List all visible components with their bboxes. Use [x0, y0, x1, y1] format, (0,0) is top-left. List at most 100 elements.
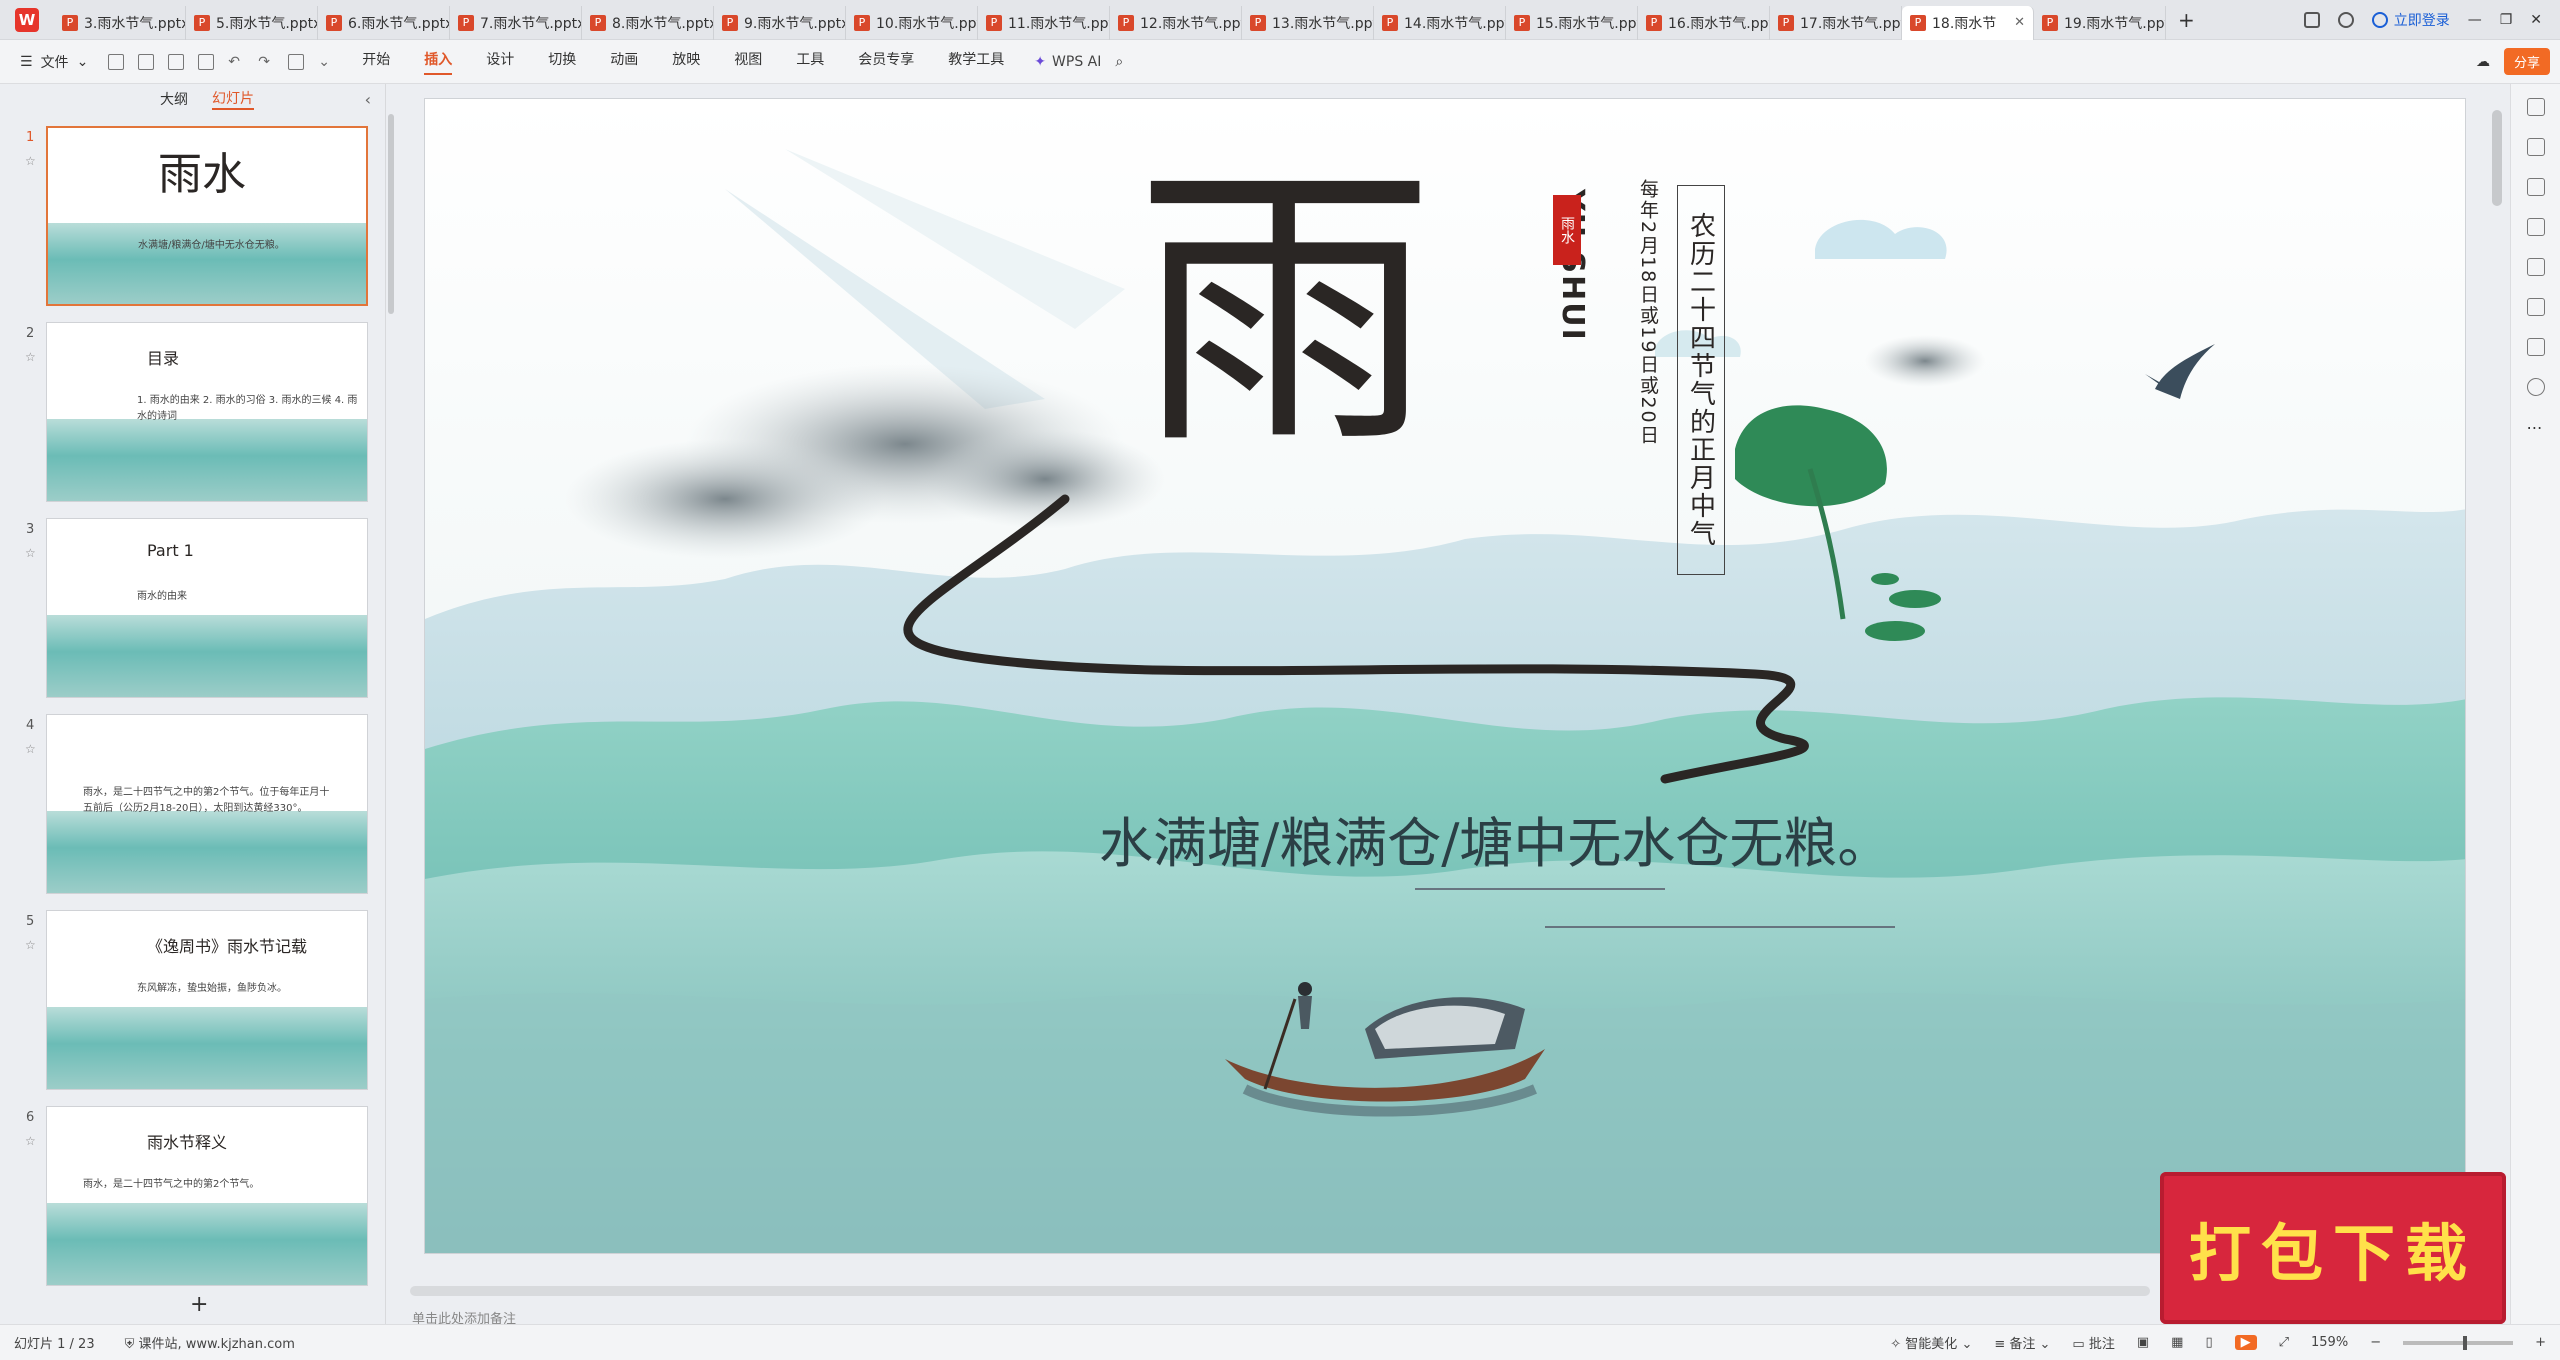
wps-logo[interactable]: W [0, 0, 54, 40]
zoom-slider[interactable] [2403, 1335, 2514, 1350]
book-icon[interactable] [2526, 298, 2545, 316]
zoom-level[interactable]: 159% [2311, 1335, 2348, 1350]
star-icon[interactable] [2526, 138, 2545, 156]
comments-button[interactable]: ▭ 批注 [2072, 1333, 2114, 1352]
zoom-slider-thumb[interactable] [2463, 1335, 2468, 1350]
add-tab-button[interactable]: + [2166, 8, 2207, 32]
more-icon[interactable]: ⋯ [2527, 418, 2545, 437]
fit-window-icon[interactable]: ⤢ [2279, 1335, 2289, 1350]
slide-thumbnail[interactable]: 雨水，是二十四节气之中的第2个节气。位于每年正月十五前后（公历2月18-20日）… [46, 714, 368, 894]
pptx-file-icon: P [1382, 14, 1398, 31]
cloud-icon[interactable]: ☁ [2476, 54, 2490, 70]
copy-icon[interactable] [2526, 178, 2545, 196]
horizontal-scrollbar[interactable] [410, 1286, 2150, 1296]
slide-thumbnail[interactable]: Part 1 雨水的由来 [46, 518, 368, 698]
slide-big-character[interactable]: 雨 [1135, 161, 1435, 461]
slide-seal[interactable]: 雨水 [1553, 195, 1581, 265]
file-menu[interactable]: ☰ 文件 ⌄ [0, 52, 108, 72]
reading-view-icon[interactable]: ▯ [2205, 1335, 2212, 1350]
document-tab[interactable]: P 3.雨水节气.pptx [54, 5, 186, 40]
zoom-out-button[interactable]: − [2370, 1335, 2381, 1350]
ribbon-tab[interactable]: 工具 [796, 49, 824, 75]
magic-icon[interactable] [2526, 258, 2545, 276]
slide-thumbnail[interactable]: 《逸周书》雨水节记载 东风解冻，蛰虫始振，鱼陟负冰。 [46, 910, 368, 1090]
document-tab[interactable]: P 18.雨水节 ✕ [1902, 5, 2034, 40]
document-tab[interactable]: P 8.雨水节气.pptx [582, 5, 714, 40]
close-window-button[interactable]: ✕ [2530, 12, 2542, 28]
play-button[interactable]: ▶ [2234, 1335, 2257, 1350]
ribbon-tab[interactable]: 切换 [548, 49, 576, 75]
document-tab[interactable]: P 6.雨水节气.pptx [318, 5, 450, 40]
document-tab[interactable]: P 17.雨水节气.ppt [1770, 5, 1902, 40]
ribbon-tab[interactable]: 放映 [672, 49, 700, 75]
slide-thumbnail[interactable]: 目录 1. 雨水的由来 2. 雨水的习俗 3. 雨水的三候 4. 雨水的诗词 [46, 322, 368, 502]
plus-icon[interactable] [2526, 98, 2545, 116]
tab-slides[interactable]: 幻灯片 [212, 88, 254, 110]
search-icon[interactable]: ⌕ [1115, 54, 1123, 70]
collapse-panel-icon[interactable]: ‹ [365, 90, 371, 109]
format-painter-icon[interactable] [288, 53, 305, 70]
print-icon[interactable] [168, 53, 185, 70]
document-tab[interactable]: P 14.雨水节气.ppt [1374, 5, 1506, 40]
zoom-in-button[interactable]: + [2535, 1335, 2546, 1350]
tab-outline[interactable]: 大纲 [160, 89, 188, 109]
thumbnail-scrollbar[interactable] [388, 84, 398, 324]
login-button[interactable]: 立即登录 [2371, 10, 2450, 30]
ribbon-tab[interactable]: 开始 [362, 49, 390, 75]
open-icon[interactable] [138, 53, 155, 70]
slide-vertical-subtitle[interactable]: 农历二十四节气的正月中气 [1677, 185, 1725, 575]
ribbon-tab[interactable]: 教学工具 [948, 49, 1004, 75]
tag-icon[interactable] [2526, 338, 2545, 356]
document-tab[interactable]: P 13.雨水节气.ppt [1242, 5, 1374, 40]
document-tab[interactable]: P 12.雨水节气.ppt [1110, 5, 1242, 40]
document-tab[interactable]: P 10.雨水节气.ppt [846, 5, 978, 40]
minimize-button[interactable]: — [2468, 12, 2482, 28]
redo-icon[interactable]: ↷ [258, 54, 274, 70]
add-slide-button[interactable]: + [190, 1292, 208, 1317]
smart-beautify-button[interactable]: ✧ 智能美化 ⌄ [1890, 1333, 1972, 1352]
more-icon[interactable]: ⌄ [318, 54, 334, 70]
wps-ai-button[interactable]: ✦ WPS AI [1034, 54, 1101, 70]
save-icon[interactable] [108, 53, 125, 70]
undo-icon[interactable]: ↶ [228, 54, 244, 70]
download-badge[interactable]: 打包下载 [2160, 1172, 2506, 1324]
thumbnail-title: 雨水节释义 [147, 1133, 228, 1152]
window-layout-icon[interactable] [2303, 11, 2320, 28]
star-icon[interactable]: ☆ [25, 154, 36, 168]
ribbon-tab[interactable]: 动画 [610, 49, 638, 75]
document-tab[interactable]: P 5.雨水节气.pptx [186, 5, 318, 40]
share-button[interactable]: 分享 [2503, 48, 2550, 75]
site-label[interactable]: ⛨ 课件站, www.kjzhan.com [125, 1333, 295, 1352]
slide-main-text[interactable]: 水满塘/粮满仓/塘中无水仓无粮。 [1099, 799, 1891, 878]
star-icon[interactable]: ☆ [25, 1134, 36, 1148]
document-tab[interactable]: P 19.雨水节气.ppt [2034, 5, 2166, 40]
normal-view-icon[interactable]: ▣ [2137, 1335, 2149, 1350]
document-tab[interactable]: P 16.雨水节气.ppt [1638, 5, 1770, 40]
preview-icon[interactable] [198, 53, 215, 70]
help-icon[interactable] [2526, 378, 2545, 396]
document-tab[interactable]: P 11.雨水节气.ppt [978, 5, 1110, 40]
star-icon[interactable]: ☆ [25, 938, 36, 952]
star-icon[interactable]: ☆ [25, 350, 36, 364]
slide-date-line[interactable]: 每年2月18日或19日或20日 [1635, 179, 1662, 446]
grid-view-icon[interactable]: ▦ [2171, 1335, 2183, 1350]
ribbon-tab[interactable]: 视图 [734, 49, 762, 75]
close-tab-icon[interactable]: ✕ [2014, 15, 2025, 30]
pptx-file-icon: P [854, 14, 870, 31]
restore-button[interactable]: ❐ [2500, 12, 2513, 28]
canvas-vertical-scrollbar[interactable] [2492, 110, 2502, 206]
star-icon[interactable]: ☆ [25, 546, 36, 560]
image-icon[interactable] [2526, 218, 2545, 236]
document-tab[interactable]: P 9.雨水节气.pptx [714, 5, 846, 40]
ribbon-tab[interactable]: 设计 [486, 49, 514, 75]
star-icon[interactable]: ☆ [25, 742, 36, 756]
notes-button[interactable]: ≡ 备注 ⌄ [1994, 1333, 2050, 1352]
slide-thumbnail[interactable]: 雨水 水满塘/粮满仓/塘中无水仓无粮。 [46, 126, 368, 306]
ribbon-tab[interactable]: 插入 [424, 49, 453, 75]
slide-1[interactable]: 雨 YU SHUI 雨水 每年2月18日或19日或20日 农历二十四节气的正月中… [424, 98, 2466, 1254]
ribbon-tab[interactable]: 会员专享 [858, 49, 914, 75]
slide-thumbnail[interactable]: 雨水节释义 雨水，是二十四节气之中的第2个节气。 [46, 1106, 368, 1286]
document-tab[interactable]: P 15.雨水节气.ppt [1506, 5, 1638, 40]
cube-icon[interactable] [2337, 11, 2354, 28]
document-tab[interactable]: P 7.雨水节气.pptx [450, 5, 582, 40]
